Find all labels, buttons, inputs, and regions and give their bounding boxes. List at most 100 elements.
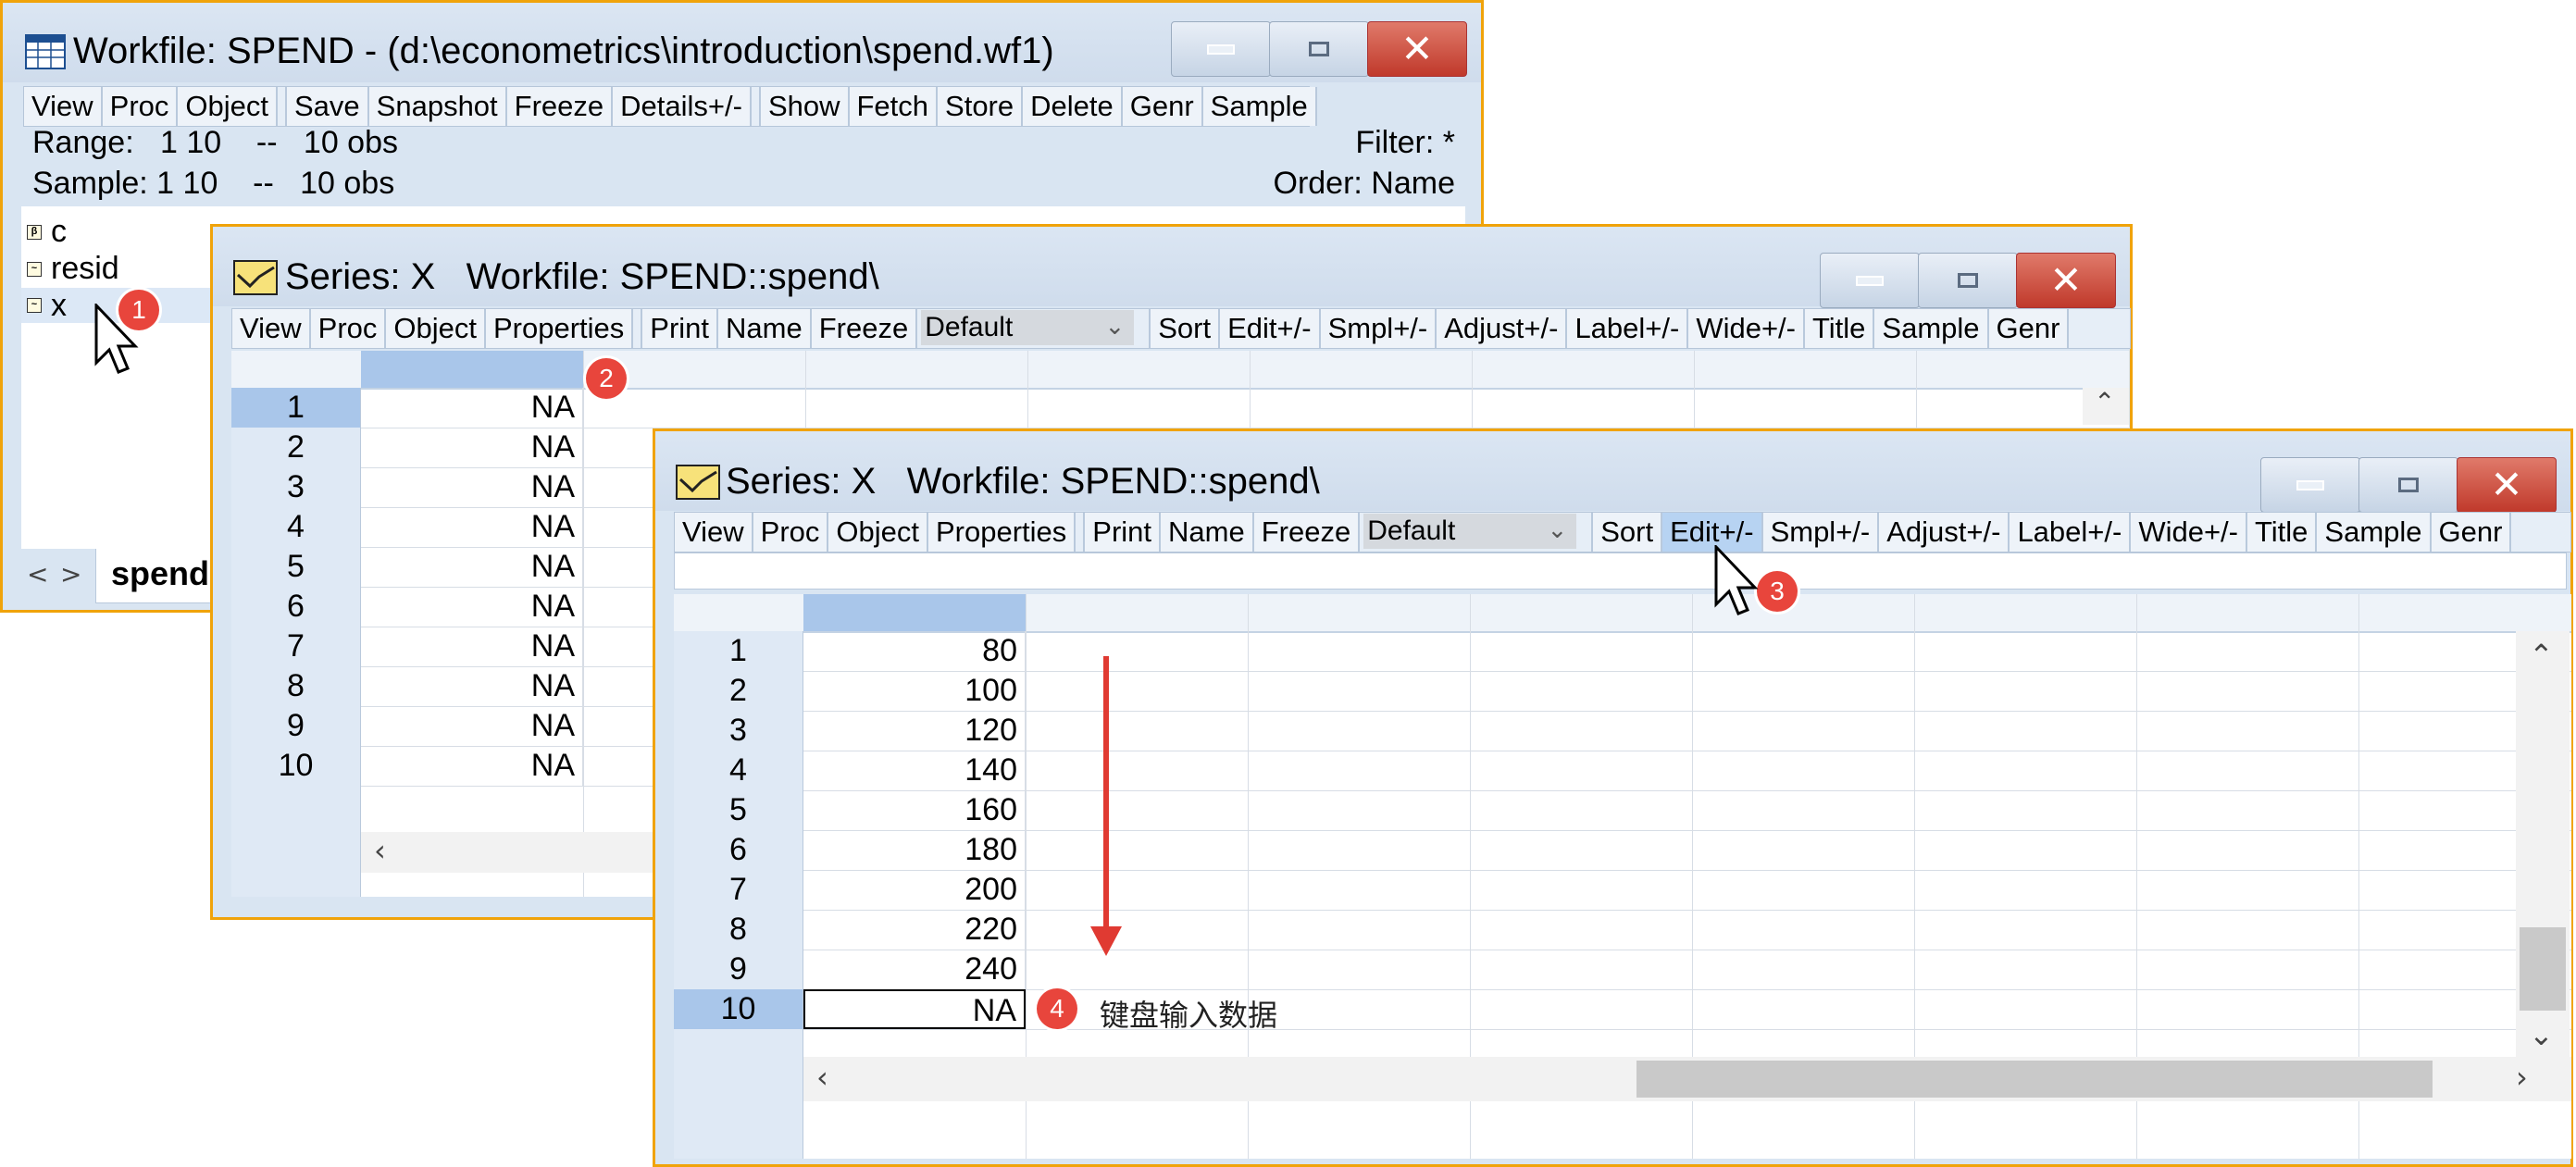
tb-genr[interactable]: Genr [1988,309,2070,348]
table-row[interactable]: 4 140 [674,751,2571,791]
tb-smpl[interactable]: Smpl+/- [1320,309,1437,348]
maximize-button[interactable] [1269,21,1369,77]
table-row[interactable]: 6 180 [674,830,2571,871]
tb-title[interactable]: Title [2247,513,2318,552]
series-value-cell[interactable]: NA [361,547,583,587]
scroll-left-icon[interactable]: ‹ [374,836,386,865]
tb-name[interactable]: Name [718,309,812,348]
tb-edit[interactable]: Edit+/- [1220,309,1321,348]
series-value-cell[interactable]: NA [803,989,1026,1029]
horizontal-scrollbar[interactable]: ‹ › [803,1057,2571,1101]
scroll-up-icon[interactable]: ⌃ [2094,390,2115,416]
tb-proc[interactable]: Proc [753,513,829,552]
tb-title[interactable]: Title [1805,309,1875,348]
tb-proc[interactable]: Proc [310,309,387,348]
row-header[interactable]: 4 [231,507,361,547]
tb-properties[interactable]: Properties [928,513,1076,552]
scroll-up-icon[interactable]: ⌃ [2529,640,2554,670]
series-value-cell[interactable]: 100 [803,671,1026,711]
row-header[interactable]: 7 [231,627,361,666]
series-value-cell[interactable]: NA [361,507,583,547]
horizontal-scroll-thumb[interactable] [1636,1061,2433,1098]
tb-freeze[interactable]: Freeze [811,309,918,348]
series-value-cell[interactable]: NA [361,388,583,428]
tb-smpl[interactable]: Smpl+/- [1762,513,1880,552]
tb-store[interactable]: Store [938,87,1024,126]
tb-sort[interactable]: Sort [1149,309,1221,348]
series-value-cell[interactable]: 160 [803,790,1026,830]
scroll-right-icon[interactable]: › [2516,1062,2528,1092]
vertical-scrollbar[interactable]: ⌃ ⌄ [2516,631,2570,1057]
series-value-cell[interactable]: NA [361,746,583,786]
series-value-cell[interactable]: 120 [803,711,1026,751]
series-front-grid[interactable]: 1 80 2 100 3 120 4 140 5 160 6 180 7 200 8 220 9 240 10 NA … [674,594,2571,1159]
series-back-titlebar[interactable]: Series: X Workfile: SPEND::spend\ ✕ [213,227,2130,308]
tb-genr[interactable]: Genr [1122,87,1203,126]
series-value-cell[interactable]: 200 [803,870,1026,910]
object-item-resid[interactable]: ~ resid [27,251,119,287]
row-header[interactable]: 3 [674,711,803,751]
table-row[interactable]: 10 NA [674,989,2571,1030]
workfile-titlebar[interactable]: Workfile: SPEND - (d:\econometrics\intro… [3,3,1481,82]
row-header[interactable]: 10 [231,746,361,786]
row-header[interactable]: 2 [231,428,361,467]
row-header[interactable]: 8 [231,666,361,706]
tb-sample[interactable]: Sample [2317,513,2432,552]
maximize-button[interactable] [1918,253,2018,308]
table-row[interactable]: 7 200 [674,870,2571,911]
row-header[interactable]: 5 [674,790,803,830]
tb-view[interactable]: View [24,87,103,126]
tb-wide[interactable]: Wide+/- [1688,309,1805,348]
series-value-cell[interactable]: NA [361,428,583,467]
tb-print[interactable]: Print [1083,513,1162,552]
series-value-cell[interactable]: NA [361,587,583,627]
tb-show[interactable]: Show [758,87,850,126]
row-header[interactable]: 6 [231,587,361,627]
row-header[interactable]: 2 [674,671,803,711]
vertical-scroll-thumb[interactable] [2520,927,2566,1011]
row-header[interactable]: 1 [674,631,803,671]
tab-prev-button[interactable]: < [27,562,48,588]
tb-snapshot[interactable]: Snapshot [368,87,507,126]
close-button[interactable]: ✕ [2457,457,2557,513]
table-row[interactable]: 1 80 [674,631,2571,672]
series-value-cell[interactable]: 140 [803,751,1026,790]
scroll-left-icon[interactable]: ‹ [816,1062,828,1092]
tb-freeze[interactable]: Freeze [506,87,614,126]
tb-view[interactable]: View [675,513,753,552]
tb-object[interactable]: Object [386,309,486,348]
row-header[interactable]: 7 [674,870,803,910]
row-header[interactable]: 8 [674,910,803,950]
tb-wide[interactable]: Wide+/- [2131,513,2247,552]
maximize-button[interactable] [2358,457,2458,513]
tab-next-button[interactable]: > [60,562,81,588]
tb-adjust[interactable]: Adjust+/- [1437,309,1568,348]
series-value-cell[interactable]: NA [361,706,583,746]
tb-sample[interactable]: Sample [1202,87,1317,126]
tb-label[interactable]: Label+/- [1567,309,1689,348]
tb-properties[interactable]: Properties [486,309,634,348]
tb-object[interactable]: Object [828,513,928,552]
table-row[interactable]: 9 240 [674,950,2571,990]
series-value-cell[interactable]: 220 [803,910,1026,950]
table-row[interactable]: 3 120 [674,711,2571,751]
tb-save[interactable]: Save [285,87,369,126]
display-format-dropdown[interactable]: Default ⌄ [921,310,1135,345]
table-row[interactable]: 8 220 [674,910,2571,950]
tb-fetch[interactable]: Fetch [849,87,939,126]
tb-details[interactable]: Details+/- [613,87,752,126]
row-header[interactable]: 10 [674,989,803,1029]
table-row[interactable]: 1 NA [231,388,2129,428]
row-header[interactable]: 3 [231,467,361,507]
series-value-cell[interactable]: NA [361,467,583,507]
series-value-cell[interactable]: 180 [803,830,1026,870]
minimize-button[interactable] [1820,253,1920,308]
minimize-button[interactable] [2260,457,2360,513]
tab-spend[interactable]: spend [95,549,218,603]
tb-label[interactable]: Label+/- [2010,513,2132,552]
display-format-dropdown[interactable]: Default ⌄ [1363,514,1577,549]
tb-adjust[interactable]: Adjust+/- [1879,513,2010,552]
series-value-cell[interactable]: NA [361,627,583,666]
tb-proc[interactable]: Proc [102,87,179,126]
table-row[interactable]: 2 100 [674,671,2571,712]
